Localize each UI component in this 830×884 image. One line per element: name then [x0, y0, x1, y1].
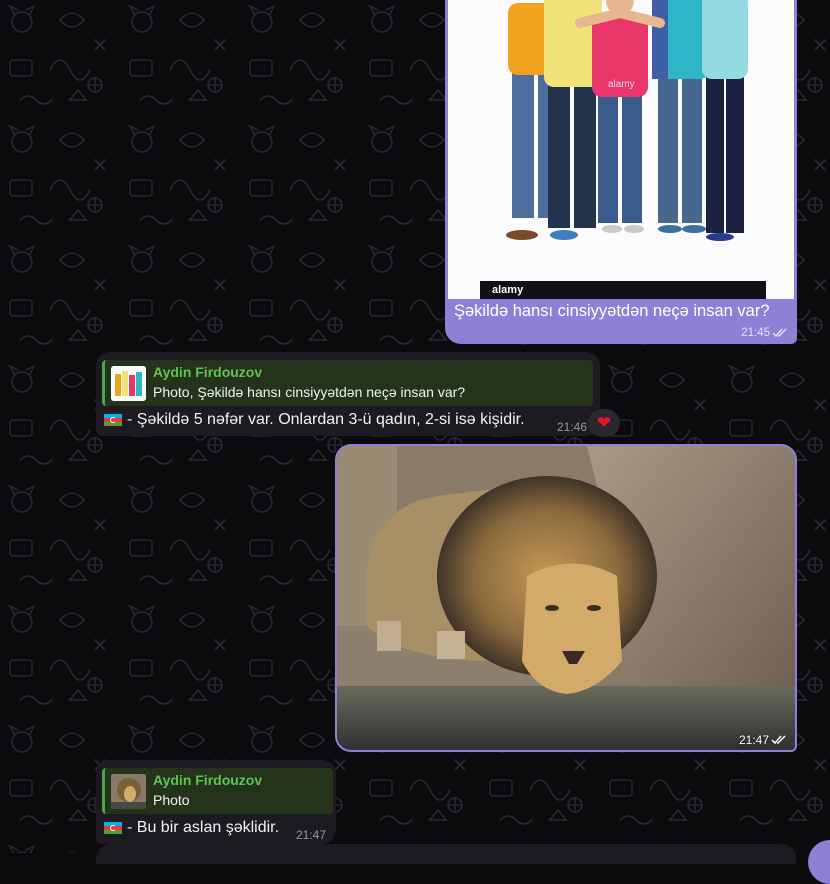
message-body: - Bu bir aslan şəklidir. — [104, 819, 279, 837]
heart-reaction[interactable]: ❤ — [588, 409, 620, 437]
message-text: - Şəkildə 5 nəfər var. Onlardan 3-ü qadı… — [127, 411, 525, 428]
stock-watermark-strip: alamy — [480, 281, 766, 299]
message-text: - Bu bir aslan şəklidir. — [127, 819, 280, 836]
azerbaijan-flag-icon — [104, 414, 122, 426]
photo-caption: Şəkildə hansı cinsiyyətdən neçə insan va… — [454, 302, 770, 320]
reply-quoted-text: Photo, Şəkildə hansı cinsiyyətdən neçə i… — [153, 384, 466, 400]
message-time: 21:46 — [557, 420, 588, 434]
reply-thumbnail — [111, 774, 146, 809]
reply-quote[interactable]: Aydin Firdouzov Photo — [102, 768, 333, 814]
svg-text:alamy: alamy — [608, 79, 635, 90]
reply-quote[interactable]: Aydin Firdouzov Photo, Şəkildə hansı cin… — [102, 360, 593, 406]
incoming-reply-message[interactable]: Aydin Firdouzov Photo, Şəkildə hansı cin… — [96, 352, 620, 437]
message-time: 21:47 — [296, 828, 327, 842]
message-body: - Şəkildə 5 nəfər var. Onlardan 3-ü qadı… — [104, 411, 525, 429]
reply-thumbnail — [111, 366, 146, 401]
lion-photo[interactable] — [337, 446, 795, 750]
double-check-icon — [772, 328, 787, 338]
reply-sender-name: Aydin Firdouzov — [153, 772, 263, 788]
next-message-edge — [96, 844, 796, 864]
reply-quoted-text: Photo — [153, 792, 190, 808]
double-check-icon — [771, 735, 786, 745]
message-time: 21:45 — [741, 327, 770, 339]
reply-sender-name: Aydin Firdouzov — [153, 364, 263, 380]
stock-logo: alamy — [492, 284, 524, 296]
outgoing-photo-message[interactable]: alamy alamy Şəkildə hansı cinsiyyətdən n… — [445, 0, 797, 344]
incoming-reply-message[interactable]: Aydin Firdouzov Photo - Bu bir aslan şək… — [96, 760, 336, 844]
stock-photo-people: alamy — [480, 0, 766, 281]
group-people-photo[interactable]: alamy alamy — [448, 0, 794, 299]
azerbaijan-flag-icon — [104, 822, 122, 834]
message-meta: 21:47 — [739, 733, 787, 747]
outgoing-photo-message[interactable]: 21:47 — [335, 444, 797, 752]
message-meta: 21:45 — [741, 327, 788, 339]
heart-icon: ❤ — [596, 413, 612, 432]
message-time: 21:47 — [738, 733, 769, 747]
